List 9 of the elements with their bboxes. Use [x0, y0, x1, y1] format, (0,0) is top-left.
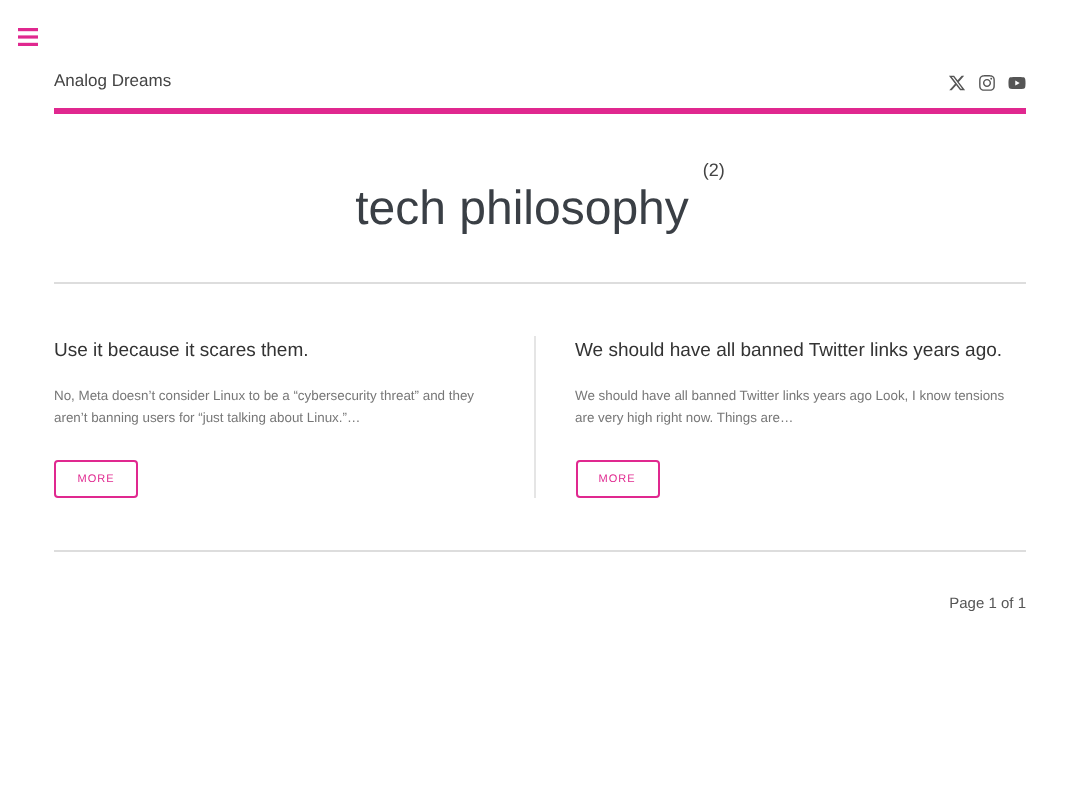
post-count: (2) — [702, 158, 725, 184]
x-icon[interactable] — [948, 74, 966, 92]
play-icon[interactable] — [1008, 74, 1026, 92]
post-title[interactable]: We should have all banned Twitter links years ago. — [575, 338, 1003, 367]
site-title[interactable]: Analog Dreams — [54, 67, 172, 93]
menu-icon[interactable] — [18, 28, 38, 46]
camera-icon[interactable] — [978, 74, 996, 92]
post-title[interactable]: Use it because it scares them. — [54, 338, 309, 367]
page-heading: tech philosophy — [355, 180, 689, 240]
